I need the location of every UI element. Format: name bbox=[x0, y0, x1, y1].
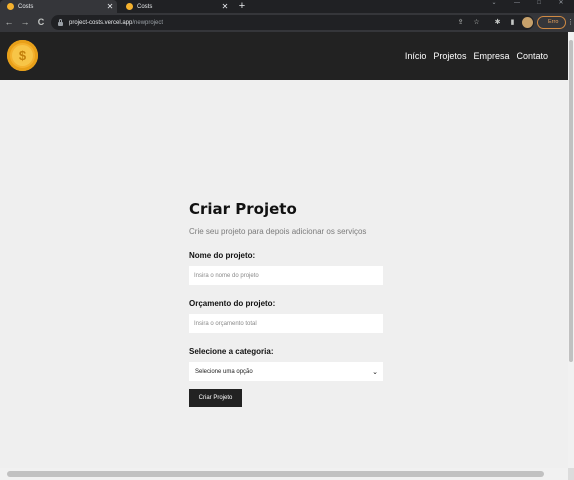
url-text: project-costs.vercel.app/newproject bbox=[69, 19, 164, 26]
share-icon[interactable]: ⇪ bbox=[455, 17, 466, 28]
site-navbar: $ Início Projetos Empresa Contato bbox=[0, 32, 568, 80]
tab-close-icon[interactable]: ✕ bbox=[220, 0, 230, 13]
tab-title: Costs bbox=[18, 3, 34, 10]
project-name-placeholder: Insira o nome do projeto bbox=[194, 272, 259, 279]
category-selected-value: Selecione uma opção bbox=[195, 368, 253, 375]
forward-icon[interactable]: → bbox=[19, 16, 31, 28]
side-panel-icon[interactable]: ▮ bbox=[507, 17, 518, 28]
page-title: Criar Projeto bbox=[189, 200, 297, 218]
budget-placeholder: Insira o orçamento total bbox=[194, 320, 257, 327]
nav-links: Início Projetos Empresa Contato bbox=[405, 51, 548, 62]
back-icon[interactable]: ← bbox=[3, 16, 15, 28]
lock-icon bbox=[58, 18, 63, 26]
page-subtitle: Crie seu projeto para depois adicionar o… bbox=[189, 227, 367, 236]
minimize-icon[interactable]: — bbox=[510, 0, 524, 8]
browser-tab-bar: Costs ✕ Costs ✕ + ⌄ — □ ✕ bbox=[0, 0, 574, 13]
browser-menu-icon[interactable]: ⋮ bbox=[567, 17, 574, 28]
address-bar[interactable]: project-costs.vercel.app/newproject ⇪ ☆ bbox=[51, 15, 534, 30]
horizontal-scrollbar-thumb[interactable] bbox=[7, 471, 544, 477]
nav-link-projetos[interactable]: Projetos bbox=[433, 51, 466, 62]
create-project-button[interactable]: Criar Projeto bbox=[189, 389, 242, 407]
tab-close-icon[interactable]: ✕ bbox=[105, 0, 115, 13]
scrollbar-corner bbox=[568, 468, 574, 480]
vertical-scrollbar-thumb[interactable] bbox=[569, 40, 573, 362]
profile-avatar[interactable] bbox=[522, 17, 533, 28]
vertical-scrollbar[interactable] bbox=[568, 32, 574, 468]
browser-toolbar: ← → C project-costs.vercel.app/newprojec… bbox=[0, 13, 574, 32]
close-window-icon[interactable]: ✕ bbox=[554, 0, 568, 8]
tab-favicon-icon bbox=[7, 3, 14, 10]
chevron-down-icon: ⌄ bbox=[372, 368, 378, 376]
category-label: Selecione a categoria: bbox=[189, 347, 274, 356]
tab-favicon-icon bbox=[126, 3, 133, 10]
logo-coin-icon[interactable]: $ bbox=[7, 40, 38, 71]
budget-input[interactable]: Insira o orçamento total bbox=[189, 314, 383, 333]
budget-label: Orçamento do projeto: bbox=[189, 299, 276, 308]
nav-link-empresa[interactable]: Empresa bbox=[473, 51, 509, 62]
horizontal-scrollbar[interactable] bbox=[0, 468, 568, 480]
maximize-icon[interactable]: □ bbox=[532, 0, 546, 8]
new-project-form: Criar Projeto Crie seu projeto para depo… bbox=[189, 200, 383, 407]
bookmark-star-icon[interactable]: ☆ bbox=[471, 17, 482, 28]
tab-title: Costs bbox=[137, 3, 153, 10]
category-select[interactable]: Selecione uma opção ⌄ bbox=[189, 362, 383, 381]
nav-link-contato[interactable]: Contato bbox=[516, 51, 548, 62]
browser-tab[interactable]: Costs ✕ bbox=[119, 0, 232, 13]
reload-icon[interactable]: C bbox=[35, 16, 47, 28]
tab-search-icon[interactable]: ⌄ bbox=[487, 0, 501, 8]
logo-symbol: $ bbox=[12, 45, 33, 66]
error-button[interactable]: Erro bbox=[537, 16, 566, 29]
project-name-input[interactable]: Insira o nome do projeto bbox=[189, 266, 383, 285]
browser-tab-active[interactable]: Costs ✕ bbox=[0, 0, 117, 13]
extensions-icon[interactable]: ✱ bbox=[492, 17, 503, 28]
nav-link-inicio[interactable]: Início bbox=[405, 51, 427, 62]
project-name-label: Nome do projeto: bbox=[189, 251, 256, 260]
new-tab-button[interactable]: + bbox=[236, 0, 248, 13]
